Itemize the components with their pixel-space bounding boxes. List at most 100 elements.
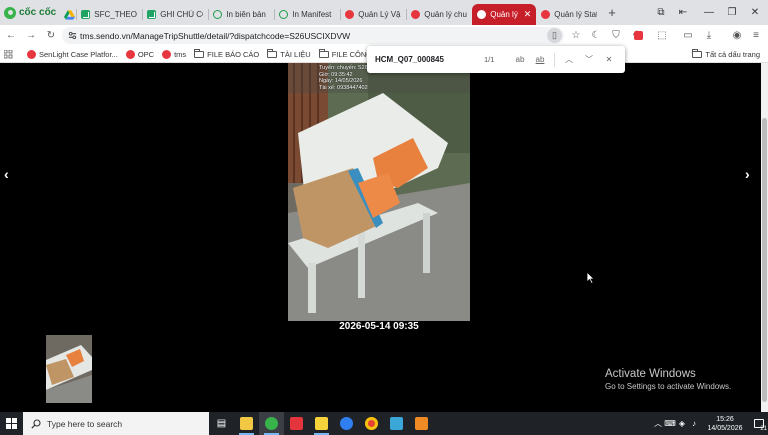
bookmark-senlight[interactable]: SenLight Case Platfor...: [23, 49, 122, 59]
match-case-icon[interactable]: ab: [510, 55, 530, 64]
reload-button[interactable]: ↻: [41, 25, 61, 46]
back-button[interactable]: ←: [1, 25, 21, 46]
bookmark-file-bao-cao[interactable]: FILE BÁO CÁO: [190, 48, 263, 59]
all-bookmarks[interactable]: Tất cả dấu trang: [688, 46, 764, 63]
whole-word-icon[interactable]: ab: [530, 55, 550, 64]
profile-icon[interactable]: ◉: [727, 25, 747, 46]
site-info-icon[interactable]: [68, 31, 77, 40]
network-icon[interactable]: ◈: [676, 419, 688, 428]
new-tab-button[interactable]: +: [608, 5, 620, 20]
activate-subtitle: Go to Settings to activate Windows.: [605, 382, 732, 391]
bookmark-opc[interactable]: OPC: [122, 49, 158, 59]
toolbar: ← → ↻ tms.sendo.vn/ManageTripShuttle/det…: [0, 25, 768, 46]
chevron-up-icon[interactable]: ︿: [652, 418, 664, 429]
notification-center-icon[interactable]: 21: [750, 412, 768, 435]
input-method-icon[interactable]: ⌨: [664, 419, 676, 428]
tab-quan-ly-van[interactable]: Quản Lý Vận: [340, 4, 406, 25]
sendo-extension-icon[interactable]: [629, 25, 647, 46]
tab-quan-ly-chuyen[interactable]: Quản lý chuy: [406, 4, 472, 25]
file-explorer-icon[interactable]: [234, 412, 259, 435]
google-sheets-icon: [147, 10, 157, 19]
bookmark-tms[interactable]: tms: [158, 49, 190, 59]
screen: cốc cốc SFC_THEO D GHI CHÚ CÔ In biên bả…: [0, 0, 768, 435]
sendo-app-icon[interactable]: [409, 412, 434, 435]
sendo-icon: [345, 10, 355, 19]
tab-label: In Manifest: [292, 10, 332, 19]
tab-in-manifest[interactable]: In Manifest: [274, 4, 340, 25]
close-tab-icon[interactable]: ✕: [524, 9, 532, 20]
photo-timestamp-overlay: Tuyến: chuyến: S26... Giờ: 09:35:42 Ngày…: [319, 65, 373, 91]
find-match-count: 1/1: [484, 55, 495, 64]
bookmark-label: TÀI LIỆU: [280, 49, 311, 59]
previous-image-button[interactable]: ‹: [4, 166, 9, 182]
edge-icon[interactable]: [384, 412, 409, 435]
minimize-button[interactable]: —: [698, 0, 720, 25]
find-input[interactable]: HCM_Q07_000845: [375, 55, 475, 64]
menu-icon[interactable]: ≡: [746, 25, 766, 46]
folder-icon: [194, 48, 205, 58]
google-drive-icon: [64, 9, 76, 20]
tab-google-drive[interactable]: [62, 4, 76, 25]
clock-time: 15:26: [716, 415, 734, 423]
tab-sfc-theo-doi[interactable]: SFC_THEO D: [76, 4, 142, 25]
photo-scene: [288, 63, 470, 321]
tab-strip: cốc cốc SFC_THEO D GHI CHÚ CÔ In biên bả…: [0, 0, 768, 25]
windows-logo-icon: [6, 418, 17, 429]
chrome-icon[interactable]: [359, 412, 384, 435]
activate-windows-watermark: Activate Windows Go to Settings to activ…: [605, 368, 731, 391]
volume-icon[interactable]: ♪: [688, 419, 700, 428]
forward-button[interactable]: →: [21, 25, 41, 46]
bookmark-tai-lieu[interactable]: TÀI LIỆU: [263, 48, 314, 59]
sendo-icon: [27, 49, 36, 59]
tab-in-bien-ban[interactable]: In biên bản: [208, 4, 274, 25]
close-find-button[interactable]: ✕: [599, 55, 619, 64]
sidebar-icon[interactable]: ▭: [678, 25, 698, 46]
restore-button[interactable]: ❐: [721, 0, 743, 25]
tab-ghi-chu[interactable]: GHI CHÚ CÔ: [142, 4, 208, 25]
start-button[interactable]: [0, 412, 23, 435]
delivery-photo[interactable]: Tuyến: chuyến: S26... Giờ: 09:35:42 Ngày…: [288, 63, 470, 321]
tab-quan-ly-active[interactable]: Quản lý ✕: [472, 4, 537, 25]
tab-label: Quản lý chuy: [424, 10, 468, 19]
google-sheets-icon: [81, 10, 91, 19]
bookmark-label: tms: [174, 49, 187, 59]
taskbar-search[interactable]: Type here to search: [23, 412, 209, 435]
globe-icon: [279, 10, 289, 19]
dark-mode-icon[interactable]: ☾: [586, 25, 606, 46]
sticky-notes-icon[interactable]: [309, 412, 334, 435]
close-window-button[interactable]: ✕: [744, 0, 766, 25]
coccoc-taskbar-icon[interactable]: [259, 412, 284, 435]
coccoc-logo-icon: [4, 6, 16, 19]
folder-icon: [318, 48, 329, 58]
bookmark-label: FILE BÁO CÁO: [207, 49, 260, 59]
coccoc-brand[interactable]: cốc cốc: [0, 0, 62, 25]
scrollbar-thumb[interactable]: [762, 118, 767, 402]
address-bar[interactable]: tms.sendo.vn/ManageTripShuttle/detail/?d…: [62, 27, 564, 44]
sendo-icon: [541, 10, 551, 19]
find-next-button[interactable]: ﹀: [579, 54, 599, 65]
task-view-icon[interactable]: ▤: [209, 412, 234, 435]
tab-label: In biên bản: [226, 10, 266, 19]
page-scrollbar[interactable]: [761, 63, 768, 412]
bookmark-star-icon[interactable]: ☆: [566, 25, 586, 46]
brand-name: cốc cốc: [19, 7, 57, 18]
shield-icon[interactable]: ⛉: [606, 25, 626, 46]
tab-quan-ly-stat[interactable]: Quản lý Stat: [536, 4, 602, 25]
zalo-icon[interactable]: [334, 412, 359, 435]
download-icon[interactable]: ⤓: [699, 25, 719, 46]
back-history-icon[interactable]: ⇤: [672, 0, 694, 25]
next-image-button[interactable]: ›: [745, 166, 750, 182]
apps-icon[interactable]: [0, 49, 17, 59]
tab-label: Quản Lý Vận: [358, 10, 402, 19]
find-previous-button[interactable]: ︿: [559, 54, 579, 65]
page-action-icon[interactable]: ▯: [547, 28, 562, 43]
image-viewer: ‹ › Tuyến: chuyến: S26... Giờ: 09:35:42 …: [0, 63, 761, 412]
wps-office-icon[interactable]: [284, 412, 309, 435]
tab-search-icon[interactable]: ⧉: [650, 0, 672, 25]
tab-label: Quản lý Stat: [554, 10, 598, 19]
puzzle-icon[interactable]: ⬚: [652, 25, 672, 46]
system-clock[interactable]: 15:26 14/05/2026: [700, 415, 750, 433]
activate-title: Activate Windows: [605, 368, 696, 380]
photo-thumbnail[interactable]: [46, 335, 92, 403]
sendo-icon: [411, 10, 421, 19]
